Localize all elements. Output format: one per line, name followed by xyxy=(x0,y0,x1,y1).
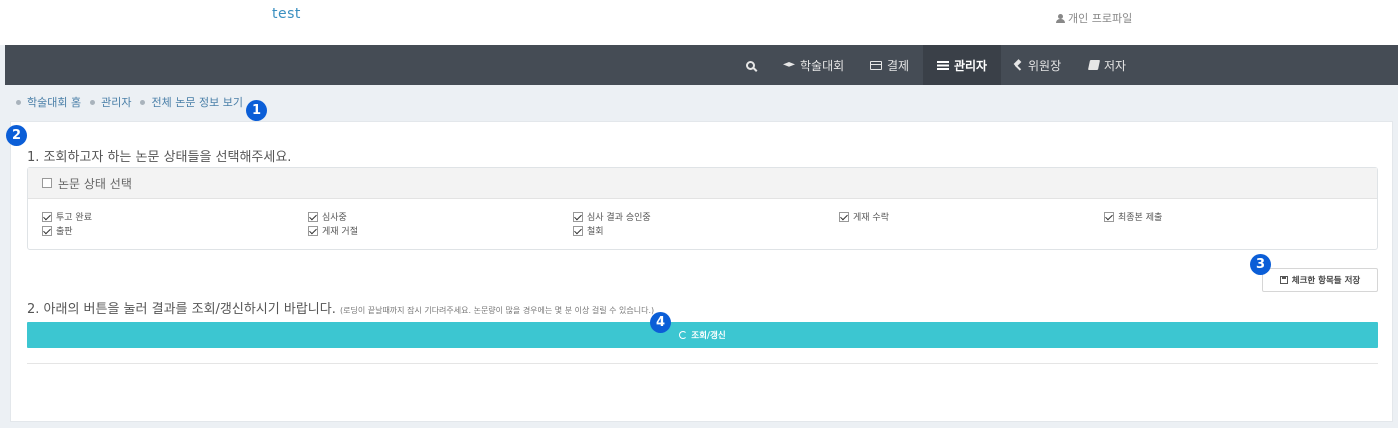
breadcrumb-current: 전체 논문 정보 보기 xyxy=(151,96,243,109)
nav-conference[interactable]: 학술대회 xyxy=(783,45,844,85)
checkbox[interactable] xyxy=(573,211,583,222)
breadcrumb: 학술대회 홈 관리자 전체 논문 정보 보기 xyxy=(16,94,252,110)
checkbox[interactable] xyxy=(42,225,52,236)
credit-card-icon xyxy=(870,60,882,70)
checkbox[interactable] xyxy=(308,211,318,222)
step2-title-text: 2. 아래의 버튼을 눌러 결과를 조회/갱신하시기 바랍니다. xyxy=(27,302,336,317)
annotation-marker: 3 xyxy=(1250,254,1271,275)
search-refresh-button[interactable]: 조회/갱신 xyxy=(27,322,1378,348)
step2-note: (로딩이 끝날때까지 잠시 기다려주세요. 논문량이 많을 경우에는 몇 분 이… xyxy=(339,306,655,315)
checkbox[interactable] xyxy=(308,225,318,236)
step1-title: 1. 조회하고자 하는 논문 상태들을 선택해주세요. xyxy=(27,150,292,165)
profile-link[interactable]: 개인 프로파일 xyxy=(1056,10,1132,26)
list-icon xyxy=(936,60,949,70)
annotation-marker: 2 xyxy=(6,125,27,146)
checkbox[interactable] xyxy=(42,211,52,222)
nav-chair-label: 위원장 xyxy=(1028,58,1062,73)
checkbox[interactable] xyxy=(839,211,849,222)
main-panel: 1. 조회하고자 하는 논문 상태들을 선택해주세요. 논문 상태 선택 투고 … xyxy=(10,121,1393,422)
checkbox[interactable] xyxy=(1104,211,1114,222)
status-select-box: 논문 상태 선택 투고 완료 심사중 심사 결과 승인중 게재 수락 최종본 제… xyxy=(27,167,1378,250)
breadcrumb-dot xyxy=(90,99,96,105)
option-submitted[interactable]: 투고 완료 xyxy=(42,210,92,223)
graduation-cap-icon xyxy=(783,62,795,67)
annotation-marker: 1 xyxy=(246,100,267,121)
nav-admin-label: 관리자 xyxy=(953,58,988,73)
nav-payment-label: 결제 xyxy=(887,58,910,73)
nav-author-label: 저자 xyxy=(1104,58,1127,73)
nav-chair[interactable]: 위원장 xyxy=(1012,45,1061,85)
option-under-review[interactable]: 심사중 xyxy=(308,210,347,223)
top-header: test 개인 프로파일 xyxy=(0,0,1398,45)
breadcrumb-dot xyxy=(16,99,21,105)
nav-author[interactable]: 저자 xyxy=(1087,45,1127,85)
status-select-header-label: 논문 상태 선택 xyxy=(58,176,132,191)
nav-admin[interactable]: 관리자 xyxy=(923,45,1001,85)
user-icon xyxy=(1056,13,1065,23)
option-published[interactable]: 출판 xyxy=(42,224,73,237)
option-accepted[interactable]: 게재 수락 xyxy=(839,210,889,223)
refresh-icon xyxy=(679,331,688,339)
option-label: 게재 수락 xyxy=(853,213,889,223)
profile-link-label: 개인 프로파일 xyxy=(1068,12,1133,25)
option-label: 투고 완료 xyxy=(56,213,92,223)
save-icon xyxy=(1279,276,1288,284)
nav-conference-label: 학술대회 xyxy=(800,58,845,73)
main-navbar: 학술대회 결제 관리자 위원장 저자 xyxy=(5,45,1398,85)
status-select-header[interactable]: 논문 상태 선택 xyxy=(28,168,1377,199)
option-rejected[interactable]: 게재 거절 xyxy=(308,224,358,237)
option-review-approval[interactable]: 심사 결과 승인중 xyxy=(573,210,651,223)
gavel-icon xyxy=(1012,60,1023,71)
select-all-checkbox[interactable] xyxy=(42,178,52,188)
option-label: 게재 거절 xyxy=(322,227,358,237)
option-label: 출판 xyxy=(56,227,73,237)
search-icon xyxy=(745,60,755,70)
option-final-submitted[interactable]: 최종본 제출 xyxy=(1104,210,1162,223)
site-title[interactable]: test xyxy=(272,6,301,22)
option-label: 심사중 xyxy=(322,213,347,223)
option-label: 심사 결과 승인중 xyxy=(587,213,651,223)
option-label: 철회 xyxy=(587,227,604,237)
nav-search[interactable] xyxy=(738,45,762,85)
step2-title: 2. 아래의 버튼을 눌러 결과를 조회/갱신하시기 바랍니다. (로딩이 끝날… xyxy=(27,298,654,317)
checkbox[interactable] xyxy=(573,225,583,236)
option-withdrawn[interactable]: 철회 xyxy=(573,224,604,237)
search-refresh-button-label: 조회/갱신 xyxy=(691,331,726,341)
option-label: 최종본 제출 xyxy=(1118,213,1163,223)
book-icon xyxy=(1087,60,1101,70)
annotation-marker: 4 xyxy=(650,312,671,333)
save-checked-button-label: 체크한 항목들 저장 xyxy=(1291,276,1361,286)
breadcrumb-dot xyxy=(140,99,146,105)
save-checked-button[interactable]: 체크한 항목들 저장 xyxy=(1262,268,1378,292)
nav-payment[interactable]: 결제 xyxy=(870,45,909,85)
divider xyxy=(27,363,1378,364)
breadcrumb-home[interactable]: 학술대회 홈 xyxy=(27,94,81,110)
breadcrumb-admin[interactable]: 관리자 xyxy=(101,94,131,110)
